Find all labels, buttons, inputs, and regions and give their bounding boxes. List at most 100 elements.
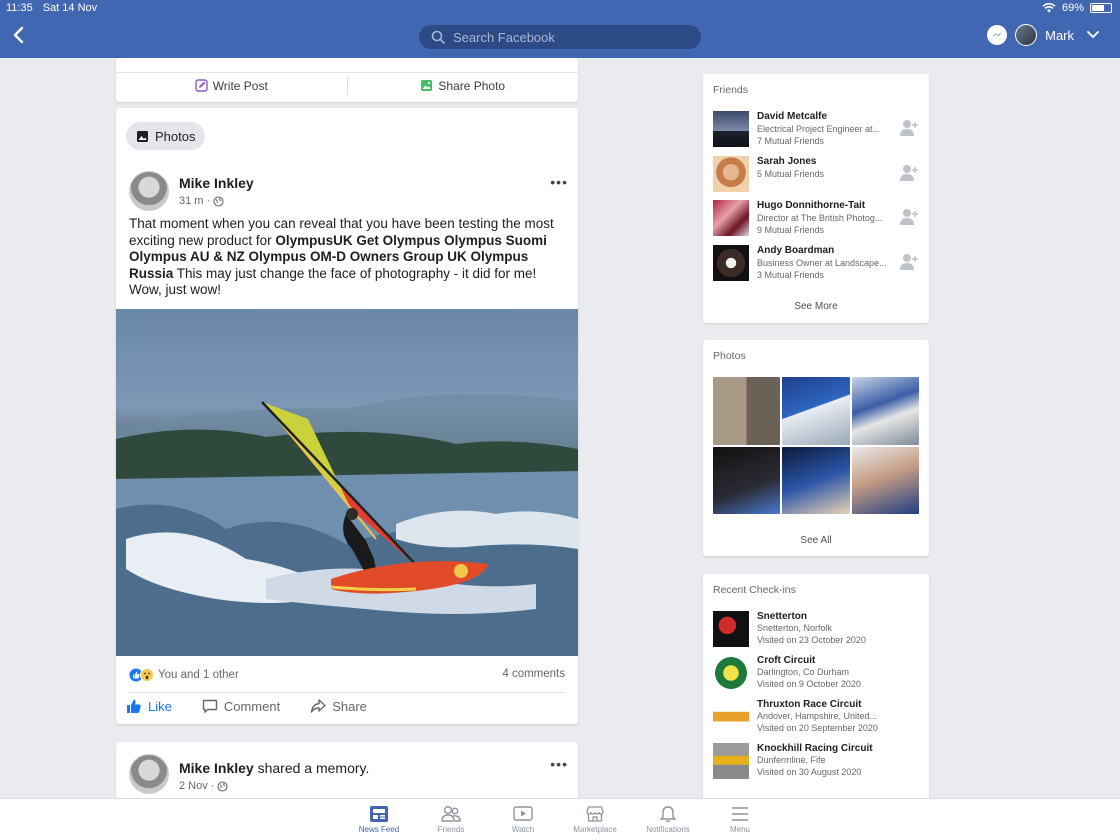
photo-thumbnail[interactable]	[782, 377, 850, 445]
tab-label: News Feed	[358, 825, 400, 834]
checkin-name[interactable]: Snetterton	[757, 611, 807, 622]
checkin-item[interactable]: Knockhill Racing Circuit Dunfermline, Fi…	[713, 743, 919, 783]
post-time[interactable]: 31 m	[179, 195, 203, 207]
post2-suffix: shared a memory.	[257, 760, 370, 776]
add-friend-icon[interactable]	[899, 208, 919, 226]
photo-thumbnail[interactable]	[713, 446, 781, 514]
friend-name[interactable]: Andy Boardman	[757, 245, 834, 256]
friend-avatar[interactable]	[713, 245, 749, 281]
friend-details: Director at The British Photog... 9 Mutua…	[757, 213, 883, 235]
tab-marketplace[interactable]: Marketplace	[565, 805, 625, 834]
friend-details: Business Owner at Landscape... 3 Mutual F…	[757, 258, 887, 280]
header-right: Mark	[987, 24, 1104, 46]
tab-notifications[interactable]: Notifications	[638, 805, 698, 834]
checkin-item[interactable]: Thruxton Race Circuit Andover, Hampshire…	[713, 699, 919, 739]
post-divider	[129, 692, 565, 693]
post-actions: Like Comment Share	[126, 698, 367, 714]
share-photo-button[interactable]: Share Photo	[348, 79, 579, 93]
add-friend-icon[interactable]	[899, 253, 919, 271]
friend-avatar[interactable]	[713, 200, 749, 236]
tab-news-feed[interactable]: News Feed	[349, 805, 409, 834]
checkins-title: Recent Check-ins	[713, 584, 796, 596]
watch-icon	[513, 806, 533, 821]
battery-icon	[1090, 3, 1112, 13]
comments-count[interactable]: 4 comments	[502, 668, 565, 680]
photo-thumbnail[interactable]	[713, 377, 781, 445]
friend-suggestion[interactable]: Hugo Donnithorne-Tait Director at The Br…	[713, 200, 919, 240]
post-text-2: This may just change the face of photogr…	[129, 265, 537, 298]
user-name[interactable]: Mark	[1045, 28, 1074, 43]
post2-time[interactable]: 2 Nov	[179, 780, 208, 792]
status-bar: 11:35 Sat 14 Nov	[6, 2, 97, 14]
photos-chip-label: Photos	[155, 128, 196, 144]
post2-author[interactable]: Mike Inkley	[179, 760, 254, 776]
friend-suggestion[interactable]: Andy Boardman Business Owner at Landscap…	[713, 245, 919, 285]
checkin-date: Visited on 9 October 2020	[757, 679, 861, 689]
globe-icon	[217, 780, 228, 792]
photos-title: Photos	[713, 350, 746, 362]
see-all-photos-button[interactable]: See All	[703, 535, 929, 546]
write-post-button[interactable]: Write Post	[116, 79, 347, 93]
author-avatar[interactable]	[129, 171, 169, 211]
tab-watch[interactable]: Watch	[493, 805, 553, 834]
checkin-date: Visited on 23 October 2020	[757, 635, 866, 645]
post-photo[interactable]	[116, 309, 578, 656]
friend-avatar[interactable]	[713, 111, 749, 147]
friend-name[interactable]: David Metcalfe	[757, 111, 827, 122]
battery-percent: 69%	[1061, 2, 1084, 14]
menu-icon	[732, 807, 748, 821]
search-bar[interactable]: Search Facebook	[419, 25, 701, 49]
globe-icon	[213, 195, 224, 207]
checkin-location: Dunfermline, Fife	[757, 755, 826, 765]
checkin-name[interactable]: Croft Circuit	[757, 655, 815, 666]
photo-thumbnail[interactable]	[782, 446, 850, 514]
post-card: Photos Mike Inkley 31 m · ••• That momen…	[116, 108, 578, 724]
checkin-name[interactable]: Thruxton Race Circuit	[757, 699, 861, 710]
add-friend-icon[interactable]	[899, 119, 919, 137]
photo-thumbnail[interactable]	[851, 446, 919, 514]
friends-card: Friends David Metcalfe Electrical Projec…	[703, 74, 929, 323]
post-options-icon[interactable]: •••	[550, 174, 568, 190]
friend-name[interactable]: Sarah Jones	[757, 156, 816, 167]
tab-label: Watch	[511, 825, 535, 834]
friend-suggestion[interactable]: Sarah Jones 5 Mutual Friends	[713, 156, 919, 196]
meta-dot: ·	[210, 780, 215, 792]
write-post-label: Write Post	[212, 78, 268, 93]
tab-friends[interactable]: Friends	[421, 805, 481, 834]
messenger-icon[interactable]	[987, 25, 1008, 45]
see-more-friends-button[interactable]: See More	[703, 301, 929, 312]
search-placeholder: Search Facebook	[453, 29, 555, 45]
bell-icon	[659, 806, 677, 823]
reactions-summary[interactable]: You and 1 other	[129, 668, 239, 682]
user-avatar[interactable]	[1015, 24, 1038, 46]
share-icon	[311, 699, 326, 713]
friend-avatar[interactable]	[713, 156, 749, 192]
photo-thumbnail[interactable]	[851, 377, 919, 445]
back-icon[interactable]	[10, 26, 28, 44]
friend-name[interactable]: Hugo Donnithorne-Tait	[757, 200, 865, 211]
share-label: Share	[332, 698, 367, 714]
share-button[interactable]: Share	[310, 698, 367, 714]
checkin-item[interactable]: Croft Circuit Darlington, Co Durham Visi…	[713, 655, 919, 695]
post2-options-icon[interactable]: •••	[550, 756, 568, 772]
post-author[interactable]: Mike Inkley	[179, 175, 254, 191]
comment-icon	[202, 699, 218, 714]
composer-card: Write Post Share Photo	[116, 58, 578, 102]
friend-suggestion[interactable]: David Metcalfe Electrical Project Engine…	[713, 111, 919, 151]
checkins-card: Recent Check-ins Snetterton Snetterton, …	[703, 574, 929, 800]
status-date: Sat 14 Nov	[42, 2, 98, 14]
comment-button[interactable]: Comment	[202, 698, 280, 714]
post-meta: 31 m ·	[179, 195, 224, 207]
checkin-name[interactable]: Knockhill Racing Circuit	[757, 743, 873, 754]
author-avatar-2[interactable]	[129, 754, 169, 794]
wow-reaction-icon	[140, 668, 154, 682]
status-right: 69%	[1042, 2, 1112, 14]
chevron-down-icon[interactable]	[1082, 28, 1104, 42]
post-card-2: Mike Inkley shared a memory. 2 Nov · •••	[116, 742, 578, 802]
tab-menu[interactable]: Menu	[710, 805, 770, 834]
photos-chip[interactable]: Photos	[126, 122, 206, 150]
like-button[interactable]: Like	[126, 698, 172, 714]
add-friend-icon[interactable]	[899, 164, 919, 182]
composer-actions: Write Post Share Photo	[116, 72, 578, 98]
checkin-item[interactable]: Snetterton Snetterton, Norfolk Visited o…	[713, 611, 919, 651]
